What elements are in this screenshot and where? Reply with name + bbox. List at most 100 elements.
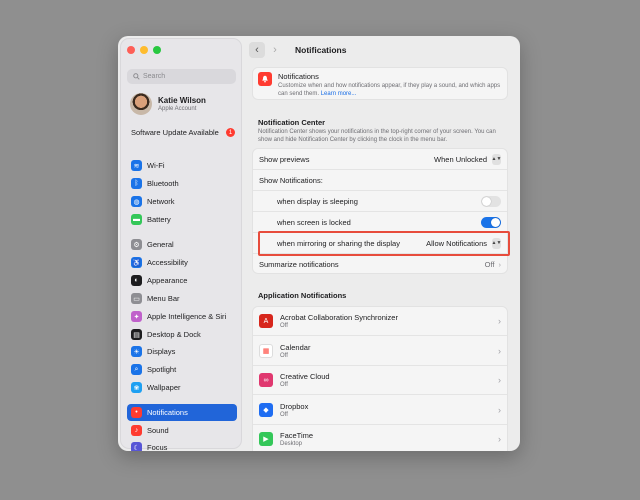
mirroring-popup[interactable]: Allow Notifications ▲▼: [426, 237, 501, 249]
software-update-item[interactable]: Software Update Available 1: [131, 128, 235, 137]
app-notifications-card: A Acrobat Collaboration Synchronizer Off › ▦…: [252, 306, 508, 451]
learn-more-link[interactable]: Learn more...: [321, 91, 357, 97]
minimize-button[interactable]: [140, 46, 148, 54]
app-row[interactable]: A Acrobat Collaboration Synchronizer Off ›: [253, 307, 507, 336]
gear-icon: ⚙: [131, 239, 142, 250]
account-entry[interactable]: Katie Wilson Apple Account: [130, 93, 206, 115]
sidebar-item-network[interactable]: ◍ Network: [127, 193, 237, 210]
updown-chevron-icon: ▲▼: [492, 237, 501, 249]
sidebar-item-label: Accessibility: [147, 258, 188, 267]
bluetooth-icon: ᛒ: [131, 178, 142, 189]
show-previews-value: When Unlocked: [434, 154, 487, 164]
search-placeholder: Search: [143, 73, 166, 80]
wallpaper-icon: ❀: [131, 382, 142, 393]
sidebar-item-label: Bluetooth: [147, 179, 179, 188]
notification-center-description: Notification Center shows your notificat…: [258, 129, 496, 144]
speaker-icon: ♪: [131, 425, 142, 436]
app-name: Creative Cloud: [280, 372, 330, 381]
app-text: Acrobat Collaboration Synchronizer Off: [280, 313, 398, 329]
app-text: Dropbox Off: [280, 402, 308, 418]
notifications-header-card: Notifications Customize when and how not…: [252, 67, 508, 100]
mirroring-label: when mirroring or sharing the display: [277, 238, 400, 248]
show-previews-popup[interactable]: When Unlocked ▲▼: [434, 153, 501, 165]
app-text: FaceTime Desktop: [280, 431, 313, 447]
sidebar-item-wi-fi[interactable]: ≋ Wi-Fi: [127, 157, 237, 174]
zoom-button[interactable]: [153, 46, 161, 54]
show-previews-row[interactable]: Show previews When Unlocked ▲▼: [253, 149, 507, 170]
software-update-label: Software Update Available: [131, 128, 219, 137]
creative-cloud-icon: ∞: [259, 373, 273, 387]
sidebar-item-label: Battery: [147, 215, 171, 224]
sidebar-item-wallpaper[interactable]: ❀ Wallpaper: [127, 379, 237, 396]
sidebar-item-menu-bar[interactable]: ▭ Menu Bar: [127, 290, 237, 307]
toolbar: ‹ › Notifications: [244, 36, 520, 64]
appearance-icon: ◐: [131, 275, 142, 286]
app-status: Off: [280, 323, 288, 329]
sidebar-item-spotlight[interactable]: ⌕ Spotlight: [127, 361, 237, 378]
accessibility-icon: ♿: [131, 257, 142, 268]
account-subtitle: Apple Account: [158, 106, 197, 112]
avatar: [130, 93, 152, 115]
search-icon: [133, 73, 140, 80]
chevron-right-icon: ›: [498, 375, 501, 385]
sidebar-item-label: Displays: [147, 347, 176, 356]
sidebar-item-label: Focus: [147, 443, 168, 451]
app-notifications-title: Application Notifications: [258, 291, 347, 300]
close-button[interactable]: [127, 46, 135, 54]
chevron-right-icon: ›: [498, 316, 501, 326]
forward-button[interactable]: ›: [267, 42, 283, 58]
app-row[interactable]: ▦ Calendar Off ›: [253, 337, 507, 366]
app-status: Desktop: [280, 441, 303, 447]
account-name: Katie Wilson: [158, 96, 206, 105]
sidebar-item-label: Wi-Fi: [147, 161, 165, 170]
header-title: Notifications: [278, 72, 319, 81]
sidebar-item-displays[interactable]: ☀ Displays: [127, 343, 237, 360]
sidebar-item-desktop-dock[interactable]: ▤ Desktop & Dock: [127, 326, 237, 343]
summarize-value: Off: [484, 260, 495, 269]
sidebar-item-label: Network: [147, 197, 175, 206]
sidebar-item-general[interactable]: ⚙ General: [127, 236, 237, 253]
sidebar-item-label: Spotlight: [147, 365, 177, 374]
notification-center-card: Show previews When Unlocked ▲▼ Show Noti…: [252, 148, 508, 274]
app-name: Dropbox: [280, 401, 309, 411]
show-notifications-label: Show Notifications:: [259, 175, 323, 185]
sidebar-item-notifications[interactable]: • Notifications: [127, 404, 237, 421]
sidebar-item-label: Desktop & Dock: [147, 330, 201, 339]
app-text: Creative Cloud Off: [280, 372, 330, 388]
sidebar-item-label: Wallpaper: [147, 383, 181, 392]
back-button[interactable]: ‹: [249, 42, 265, 58]
dropbox-icon: ◆: [259, 402, 273, 417]
search-input[interactable]: Search: [127, 69, 236, 84]
app-row[interactable]: ◆ Dropbox Off ›: [253, 396, 507, 425]
summarize-value-group: Off ›: [485, 260, 501, 269]
dock-icon: ▤: [131, 329, 142, 340]
show-notifications-row: Show Notifications:: [253, 170, 507, 191]
app-row[interactable]: ▶ FaceTime Desktop ›: [253, 425, 507, 451]
display-sleeping-row: when display is sleeping: [253, 191, 507, 212]
sidebar-item-battery[interactable]: ▬ Battery: [127, 211, 237, 228]
sidebar-item-appearance[interactable]: ◐ Appearance: [127, 272, 237, 289]
spotlight-icon: ⌕: [131, 364, 142, 375]
sidebar-item-apple-intelligence-siri[interactable]: ✦ Apple Intelligence & Siri: [127, 308, 237, 325]
sidebar-item-accessibility[interactable]: ♿ Accessibility: [127, 254, 237, 271]
battery-icon: ▬: [131, 214, 142, 225]
menubar-icon: ▭: [131, 293, 142, 304]
app-name: Acrobat Collaboration Synchronizer: [280, 313, 398, 322]
sidebar-item-label: Notifications: [147, 408, 188, 417]
app-status: Off: [280, 352, 288, 359]
screen-locked-label: when screen is locked: [277, 217, 351, 227]
moon-icon: ☾: [131, 442, 142, 451]
updown-chevron-icon: ▲▼: [492, 153, 501, 165]
sidebar-item-bluetooth[interactable]: ᛒ Bluetooth: [127, 175, 237, 192]
globe-icon: ◍: [131, 196, 142, 207]
sidebar-item-sound[interactable]: ♪ Sound: [127, 422, 237, 439]
app-row[interactable]: ∞ Creative Cloud Off ›: [253, 366, 507, 395]
screen-locked-toggle[interactable]: [481, 216, 501, 228]
page-title: Notifications: [295, 45, 347, 55]
chevron-right-icon: ›: [498, 260, 502, 269]
sidebar-item-focus[interactable]: ☾ Focus: [127, 439, 237, 451]
summarize-row[interactable]: Summarize notifications Off ›: [253, 254, 507, 275]
header-description: Customize when and how notifications app…: [278, 83, 502, 99]
sidebar-item-label: General: [147, 240, 174, 249]
display-sleeping-toggle[interactable]: [481, 195, 501, 207]
